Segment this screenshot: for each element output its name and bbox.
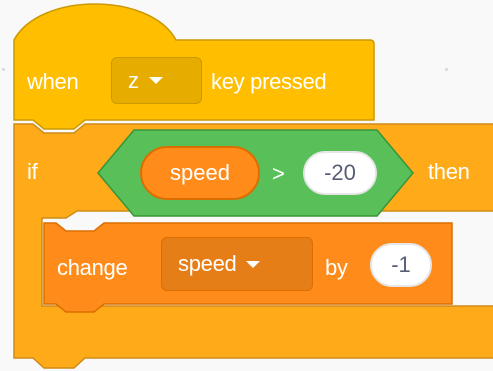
- compare-value-text: -20: [324, 160, 356, 185]
- then-label: then: [428, 159, 470, 184]
- change-label: change: [57, 255, 128, 280]
- if-label: if: [27, 159, 38, 184]
- change-amount-text: -1: [391, 252, 411, 277]
- key-dropdown-value: z: [128, 67, 139, 93]
- change-amount-input[interactable]: -1: [370, 243, 432, 287]
- speed-variable-reporter[interactable]: speed: [140, 146, 260, 200]
- chevron-down-icon: [246, 260, 261, 268]
- key-pressed-label: key pressed: [211, 69, 327, 94]
- key-dropdown[interactable]: z: [111, 57, 202, 104]
- compare-value-input[interactable]: -20: [303, 151, 377, 195]
- variable-dropdown[interactable]: speed: [161, 237, 313, 291]
- chevron-down-icon: [148, 77, 163, 84]
- when-label: when: [27, 69, 79, 94]
- by-label: by: [325, 255, 348, 280]
- variable-dropdown-value: speed: [178, 251, 237, 276]
- greater-than-operator: >: [272, 161, 285, 186]
- speed-reporter-label: speed: [170, 160, 230, 185]
- code-area[interactable]: when z key pressed if then speed > -20 c…: [0, 0, 493, 371]
